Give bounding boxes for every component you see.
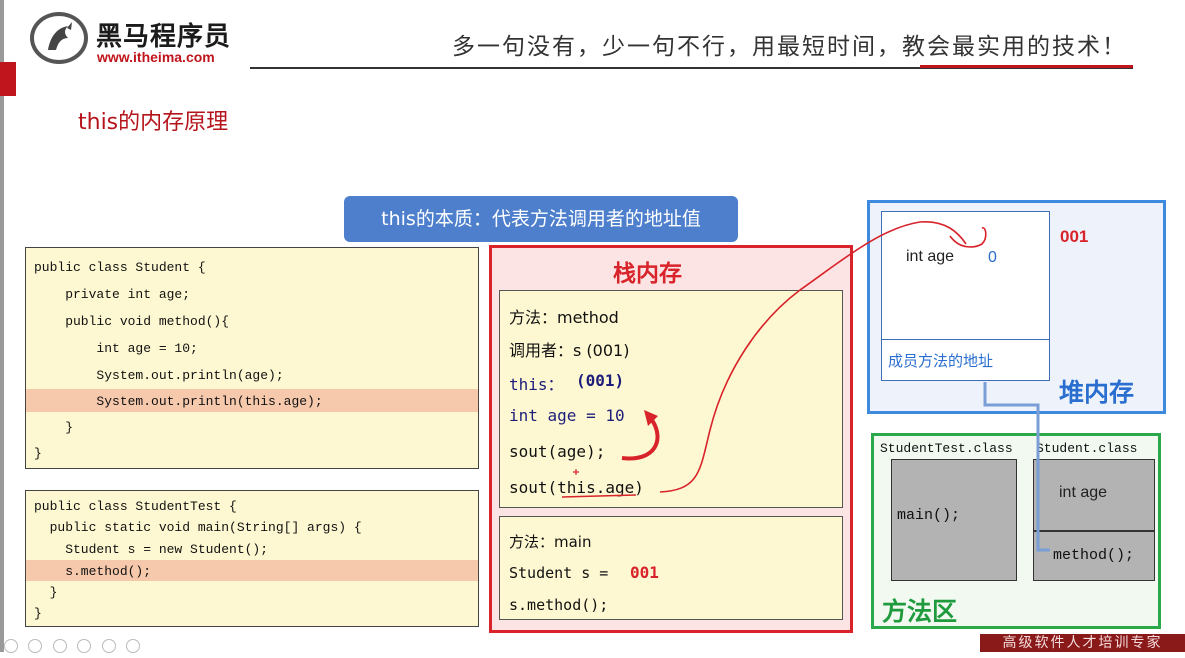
frame-method-call: s.method(); bbox=[509, 596, 609, 614]
code-line: s.method(); bbox=[34, 564, 152, 579]
code-line: } bbox=[34, 446, 42, 461]
logo-url: www.itheima.com bbox=[97, 49, 215, 65]
method-stack-frame: 方法：method 调用者：s (001) this： (001) int ag… bbox=[499, 290, 843, 508]
heap-title: 堆内存 bbox=[1059, 378, 1135, 407]
code-line: public static void main(String[] args) { bbox=[34, 520, 362, 535]
slogan: 多一句没有，少一句不行，用最短时间，教会最实用的技术！ bbox=[452, 34, 1127, 60]
code-line: } bbox=[34, 420, 74, 435]
watermark-banner: 高级软件人才培训专家 bbox=[980, 634, 1185, 652]
student-class-label: Student.class bbox=[1036, 441, 1138, 456]
heap-field-value: 0 bbox=[988, 249, 997, 266]
frame-sout-this-age: sout(this.age) bbox=[509, 478, 644, 497]
frame-student-decl: Student s = bbox=[509, 564, 618, 582]
frame-caller-label: 调用者：s (001) bbox=[509, 341, 630, 360]
pen-icon[interactable] bbox=[52, 639, 67, 653]
more-icon[interactable] bbox=[126, 639, 141, 653]
class-field-label: int age bbox=[1059, 484, 1108, 501]
frame-local-var: int age = 10 bbox=[509, 406, 625, 425]
slide-title: this的内存原理 bbox=[78, 110, 229, 135]
code-line: public void method(){ bbox=[34, 314, 230, 329]
frame-this-label: this： bbox=[509, 375, 564, 394]
brand-red-marker bbox=[0, 62, 16, 96]
student-class-code: public class Student { private int age; … bbox=[25, 247, 479, 469]
object-divider bbox=[881, 339, 1050, 340]
heap-method-ref: 成员方法的地址 bbox=[888, 352, 994, 370]
prev-slide-icon[interactable] bbox=[4, 639, 18, 653]
this-definition-banner: this的本质：代表方法调用者的地址值 bbox=[344, 196, 738, 242]
heap-field-label: int age bbox=[906, 248, 955, 265]
code-line: } bbox=[34, 585, 58, 600]
logo-text: 黑马程序员 bbox=[96, 22, 232, 52]
student-test-code: public class StudentTest { public static… bbox=[25, 490, 479, 627]
frame-method-label: 方法：main bbox=[509, 533, 592, 551]
horse-logo-icon bbox=[30, 12, 88, 64]
code-line: public class StudentTest { bbox=[34, 499, 237, 514]
code-line: int age = 10; bbox=[34, 341, 198, 356]
method-area-title: 方法区 bbox=[882, 597, 958, 626]
code-line: System.out.println(this.age); bbox=[34, 394, 323, 409]
frame-this-value: (001) bbox=[576, 371, 625, 390]
code-line: Student s = new Student(); bbox=[34, 542, 269, 557]
presentation-controls bbox=[4, 639, 146, 658]
code-line: private int age; bbox=[34, 287, 191, 302]
stack-title: 栈内存 bbox=[613, 261, 682, 287]
slides-icon[interactable] bbox=[77, 639, 92, 653]
code-line: } bbox=[34, 606, 42, 621]
next-slide-icon[interactable] bbox=[28, 639, 43, 653]
student-test-class-label: StudentTest.class bbox=[880, 441, 1013, 456]
code-line: public class Student { bbox=[34, 260, 206, 275]
header-divider-accent bbox=[920, 65, 1133, 68]
main-method-label: main(); bbox=[897, 507, 961, 524]
zoom-icon[interactable] bbox=[101, 639, 116, 653]
frame-method-label: 方法：method bbox=[509, 308, 619, 327]
class-method-label: method(); bbox=[1053, 547, 1135, 564]
left-edge-bar bbox=[0, 0, 4, 652]
main-stack-frame: 方法：main Student s = 001 s.method(); bbox=[499, 516, 843, 620]
heap-object-address: 001 bbox=[1060, 227, 1089, 246]
frame-sout-age: sout(age); bbox=[509, 442, 606, 461]
frame-student-addr: 001 bbox=[630, 563, 659, 582]
code-line: System.out.println(age); bbox=[34, 368, 284, 383]
